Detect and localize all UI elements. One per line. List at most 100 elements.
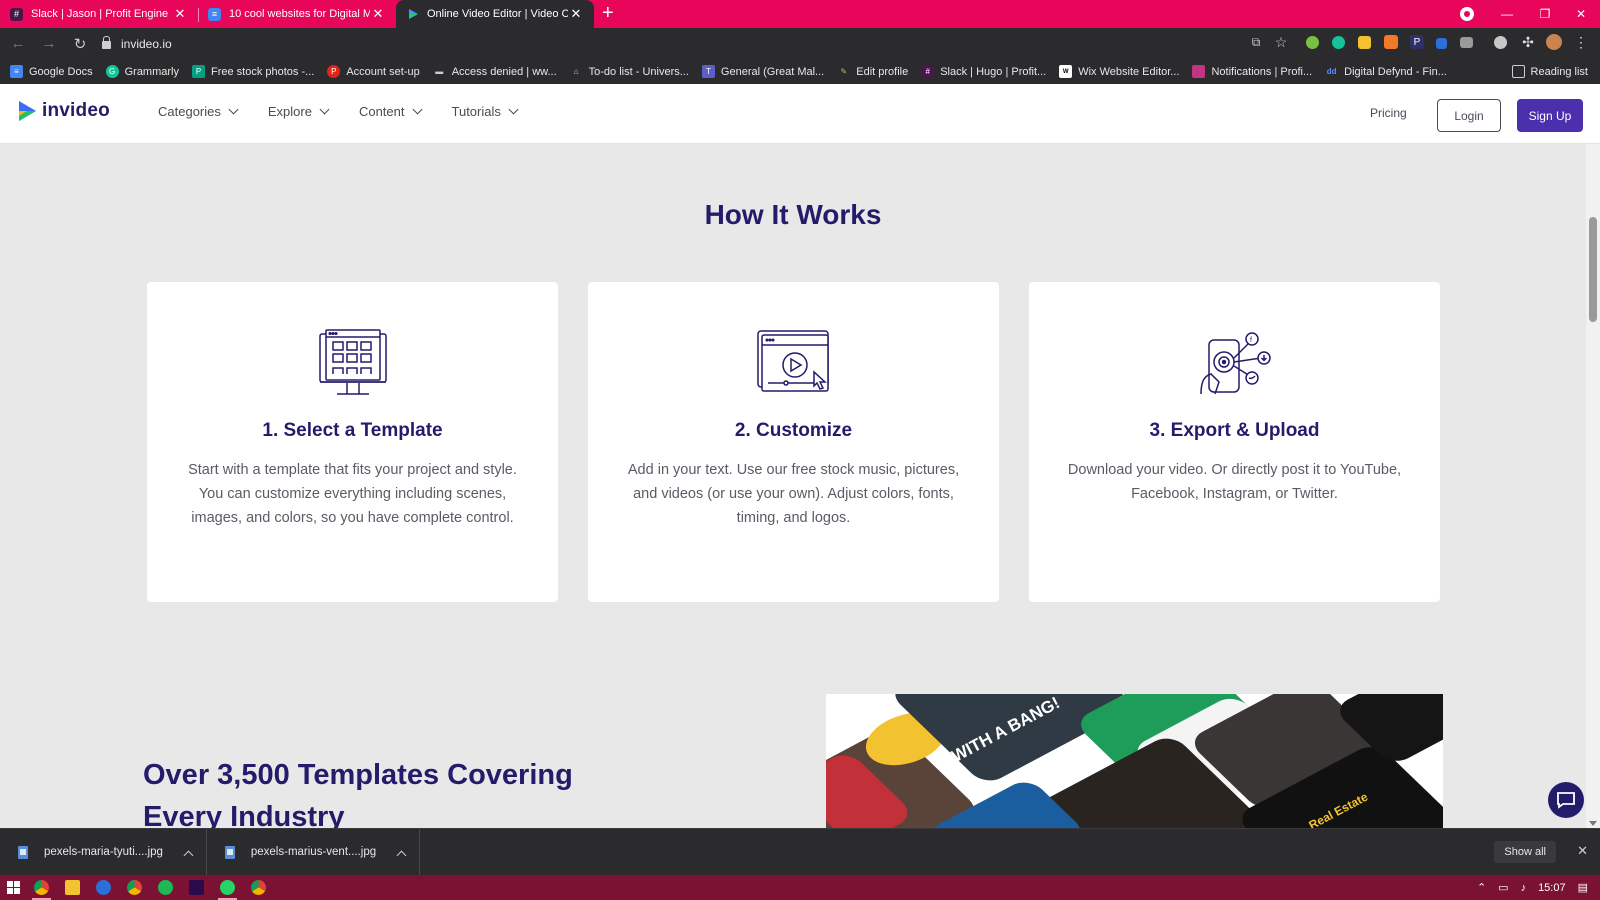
- invideo-logo[interactable]: invideo: [16, 99, 110, 123]
- pricing-link[interactable]: Pricing: [1370, 106, 1407, 120]
- taskbar-chrome-icon[interactable]: [26, 875, 57, 900]
- network-icon[interactable]: ▭: [1498, 881, 1508, 894]
- extension-pen-icon[interactable]: [1436, 38, 1447, 49]
- reading-list-button[interactable]: Reading list: [1511, 65, 1588, 78]
- url-field[interactable]: invideo.io: [92, 31, 1288, 56]
- templates-section-title: Over 3,500 Templates Covering Every Indu…: [143, 759, 573, 828]
- chat-icon: [1557, 792, 1575, 809]
- chrome-menu-icon[interactable]: ⋮: [1573, 34, 1589, 50]
- forward-arrow-icon[interactable]: →: [36, 31, 62, 57]
- teams-icon: T: [701, 65, 715, 78]
- digital-defynd-icon: dd: [1326, 67, 1337, 76]
- bookmarks-bar: ≡ Google Docs G Grammarly P Free stock phot…: [0, 59, 1600, 84]
- bookmark-item[interactable]: G Grammarly: [105, 65, 179, 78]
- windows-taskbar: ⌃ ▭ ♪ 15:07 ▤: [0, 875, 1600, 900]
- close-tab-icon[interactable]: ✕: [370, 6, 386, 22]
- extension-grammarly-icon[interactable]: [1306, 36, 1319, 49]
- taskbar-premiere-icon[interactable]: [181, 875, 212, 900]
- show-all-downloads-button[interactable]: Show all: [1494, 841, 1556, 863]
- tab-invideo[interactable]: Online Video Editor | Video Creat ✕: [396, 0, 594, 28]
- bookmark-item[interactable]: P Free stock photos -...: [191, 65, 314, 78]
- nav-explore[interactable]: Explore: [268, 104, 330, 119]
- page-scrollbar[interactable]: [1586, 144, 1600, 828]
- site-header: invideo Categories Explore Content Tutor…: [0, 84, 1600, 144]
- extension-grey-icon[interactable]: [1460, 37, 1473, 48]
- chevron-down-icon: [319, 104, 330, 115]
- tab-slack[interactable]: # Slack | Jason | Profit Engine ✕: [0, 0, 198, 28]
- bookmark-item[interactable]: ▬ Access denied | ww...: [433, 65, 556, 78]
- tray-chevron-up-icon[interactable]: ⌃: [1477, 881, 1486, 894]
- chevron-up-icon[interactable]: [183, 850, 194, 860]
- login-button[interactable]: Login: [1437, 99, 1501, 132]
- bookmark-item[interactable]: Notifications | Profi...: [1192, 65, 1312, 78]
- extension-g-icon[interactable]: [1332, 36, 1345, 49]
- reload-icon[interactable]: ↻: [67, 31, 93, 57]
- taskbar-chrome-alt-icon[interactable]: [243, 875, 274, 900]
- taskbar-whatsapp-icon[interactable]: [212, 875, 243, 900]
- minimize-icon[interactable]: —: [1488, 0, 1526, 28]
- taskbar-clock[interactable]: 15:07: [1538, 882, 1566, 894]
- nav-tutorials[interactable]: Tutorials: [452, 104, 519, 119]
- taskbar-media-player-icon[interactable]: [88, 875, 119, 900]
- download-filename: pexels-marius-vent....jpg: [250, 846, 377, 858]
- svg-text:f: f: [1250, 337, 1252, 344]
- extensions-puzzle-icon[interactable]: ✣: [1520, 34, 1536, 50]
- taskbar-chrome-profile-icon[interactable]: [119, 875, 150, 900]
- download-item[interactable]: pexels-marius-vent....jpg: [207, 828, 421, 876]
- template-grid-icon: [318, 329, 387, 395]
- bookmark-item[interactable]: W Wix Website Editor...: [1059, 65, 1179, 78]
- bookmark-item[interactable]: dd Digital Defynd - Fin...: [1325, 65, 1447, 78]
- volume-icon[interactable]: ♪: [1521, 882, 1527, 894]
- extension-orange-icon[interactable]: [1384, 35, 1398, 49]
- bookmark-item[interactable]: # Slack | Hugo | Profit...: [921, 65, 1046, 78]
- tab-title: Online Video Editor | Video Creat: [427, 8, 568, 20]
- logo-text: invideo: [42, 100, 110, 121]
- profile-avatar-icon[interactable]: [1546, 34, 1562, 50]
- system-tray: ⌃ ▭ ♪ 15:07 ▤: [1477, 875, 1600, 900]
- windows-start-icon[interactable]: [0, 875, 26, 900]
- tab-docs[interactable]: ≡ 10 cool websites for Digital Mark ✕: [198, 0, 396, 28]
- bookmark-item[interactable]: P Account set-up: [327, 65, 420, 78]
- signup-button[interactable]: Sign Up: [1517, 99, 1583, 132]
- close-window-icon[interactable]: ✕: [1562, 0, 1600, 28]
- notifications-icon[interactable]: ▤: [1578, 881, 1588, 894]
- new-tab-button[interactable]: +: [602, 0, 614, 28]
- download-filename: pexels-maria-tyuti....jpg: [44, 846, 163, 858]
- bookmark-item[interactable]: ✎ Edit profile: [837, 65, 908, 78]
- bookmark-item[interactable]: ≡ Google Docs: [10, 65, 93, 78]
- extension-circle-icon[interactable]: [1494, 36, 1507, 49]
- extension-puzzle-green-icon[interactable]: [1358, 36, 1371, 49]
- taskbar-spotify-icon[interactable]: [150, 875, 181, 900]
- chevron-up-icon[interactable]: [396, 850, 407, 860]
- close-tab-icon[interactable]: ✕: [172, 6, 188, 22]
- download-item[interactable]: pexels-maria-tyuti....jpg: [0, 828, 207, 876]
- main-nav: Categories Explore Content Tutorials: [158, 104, 548, 119]
- chevron-down-icon: [228, 104, 239, 115]
- close-tab-icon[interactable]: ✕: [568, 6, 584, 22]
- step-card-customize: 2. Customize Add in your text. Use our f…: [588, 282, 999, 602]
- edit-pen-icon: ✎: [840, 67, 848, 76]
- invideo-icon: [406, 8, 419, 21]
- scrollbar-thumb[interactable]: [1589, 217, 1597, 322]
- download-shelf: pexels-maria-tyuti....jpg pexels-marius-…: [0, 828, 1600, 876]
- back-arrow-icon[interactable]: ←: [5, 31, 31, 57]
- step-card-export-upload: f 3. Export & Upload Download your video…: [1029, 282, 1440, 602]
- profile-indicator-icon[interactable]: [1460, 7, 1474, 21]
- maximize-icon[interactable]: ❐: [1526, 0, 1564, 28]
- extension-p-icon[interactable]: P: [1410, 35, 1424, 49]
- docs-icon: ≡: [208, 7, 221, 21]
- taskbar-file-explorer-icon[interactable]: [57, 875, 88, 900]
- nav-content[interactable]: Content: [359, 104, 422, 119]
- close-download-shelf-icon[interactable]: ✕: [1577, 843, 1588, 859]
- install-app-icon[interactable]: ⧉: [1248, 34, 1264, 50]
- chevron-down-icon: [508, 104, 519, 115]
- wix-icon: W: [1059, 65, 1073, 78]
- nav-categories[interactable]: Categories: [158, 104, 239, 119]
- step-title: 1. Select a Template: [262, 420, 443, 441]
- bookmark-star-icon[interactable]: ☆: [1273, 34, 1289, 50]
- pexels-icon: P: [191, 65, 205, 78]
- bookmark-item[interactable]: ⌂ To-do list - Univers...: [570, 65, 689, 78]
- scroll-down-arrow-icon[interactable]: [1589, 821, 1597, 826]
- bookmark-item[interactable]: T General (Great Mal...: [701, 65, 824, 78]
- chat-support-button[interactable]: [1548, 782, 1584, 818]
